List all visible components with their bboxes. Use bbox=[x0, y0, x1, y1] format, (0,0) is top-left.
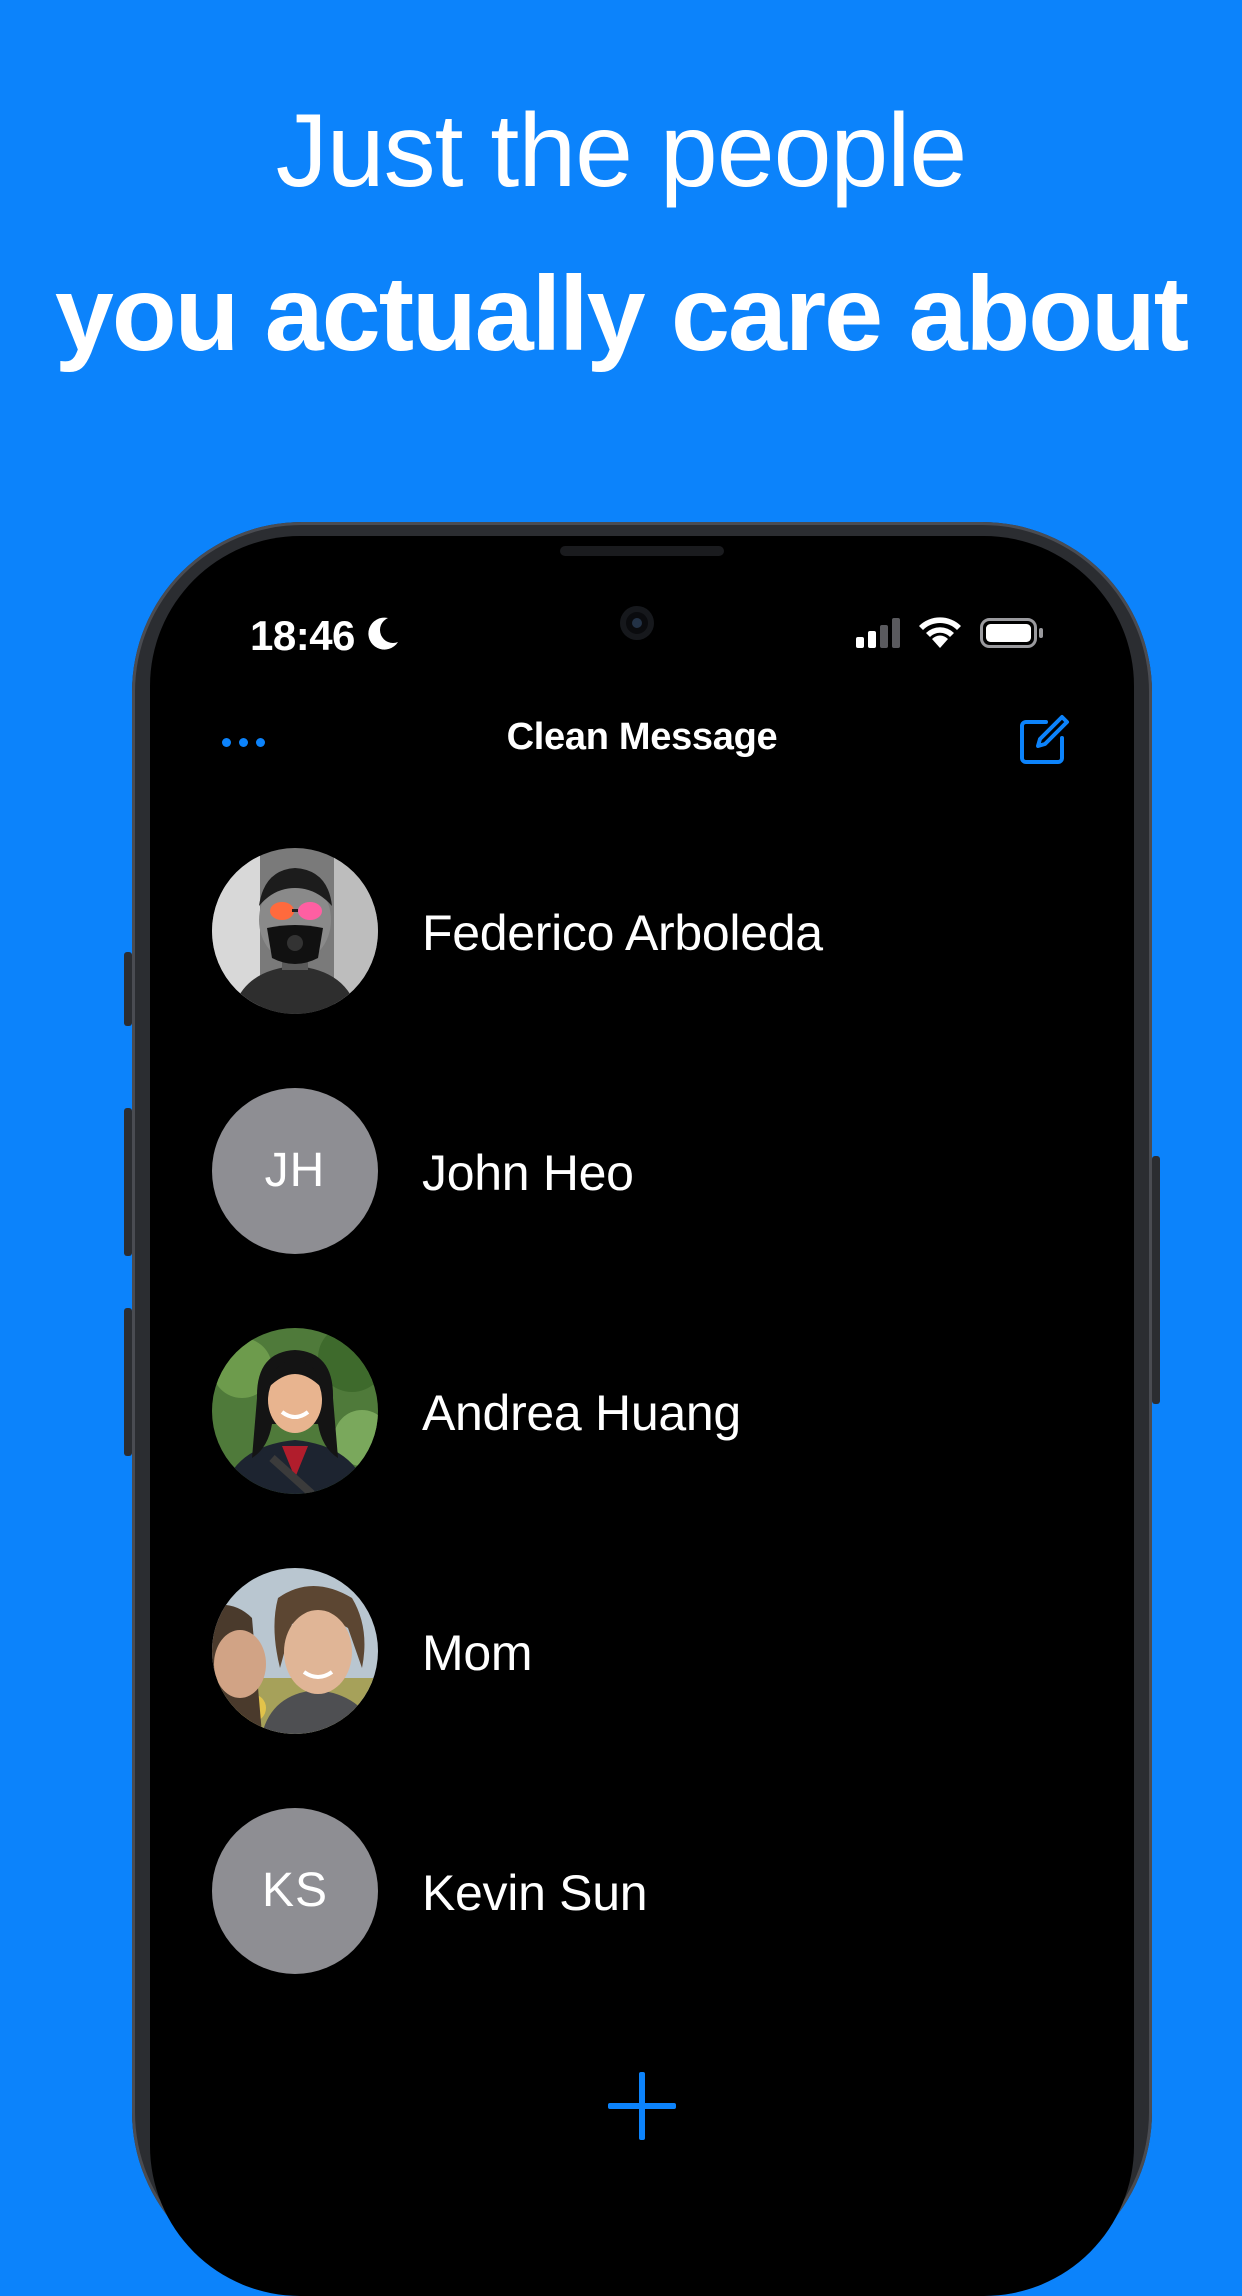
contact-row[interactable]: Andrea Huang bbox=[150, 1328, 1134, 1568]
volume-up-button bbox=[124, 1108, 132, 1256]
moon-icon bbox=[368, 617, 398, 650]
phone-screen: 18:46 Clean Message Federico Arboleda JH… bbox=[150, 536, 1134, 2296]
battery-icon bbox=[980, 618, 1043, 648]
contact-name: Andrea Huang bbox=[422, 1385, 741, 1441]
contact-name: John Heo bbox=[422, 1145, 634, 1201]
avatar-photo bbox=[212, 1328, 378, 1494]
nav-title: Clean Message bbox=[506, 716, 778, 758]
promo-headline-line2: you actually care about bbox=[54, 255, 1189, 373]
avatar-photo bbox=[212, 1568, 378, 1734]
phone-frame: 18:46 Clean Message Federico Arboleda JH… bbox=[124, 522, 1160, 2296]
cellular-signal-icon bbox=[856, 618, 900, 648]
speaker-grille bbox=[560, 546, 724, 556]
power-button bbox=[1152, 1156, 1160, 1404]
action-button bbox=[124, 952, 132, 1026]
avatar-photo bbox=[212, 848, 378, 1014]
compose-icon bbox=[1020, 715, 1069, 764]
contact-name: Kevin Sun bbox=[422, 1865, 648, 1921]
front-camera bbox=[620, 606, 654, 640]
contact-name: Mom bbox=[422, 1625, 533, 1681]
contact-row[interactable]: Mom bbox=[150, 1568, 1134, 1808]
wifi-icon bbox=[919, 617, 961, 648]
volume-down-button bbox=[124, 1308, 132, 1456]
contact-row[interactable]: Federico Arboleda bbox=[150, 848, 1134, 1088]
contact-row[interactable]: JH John Heo bbox=[150, 1088, 1134, 1328]
compose-button[interactable] bbox=[1016, 712, 1072, 768]
avatar-initials: KS bbox=[212, 1808, 378, 1974]
contact-name: Federico Arboleda bbox=[422, 905, 823, 961]
contact-list: Federico Arboleda JH John Heo Andrea Hua… bbox=[150, 848, 1134, 2048]
avatar-initials: JH bbox=[212, 1088, 378, 1254]
promo-headline-line1: Just the people bbox=[275, 93, 967, 209]
status-time: 18:46 bbox=[250, 612, 355, 659]
add-contact-button[interactable] bbox=[590, 2054, 694, 2158]
contact-row[interactable]: KS Kevin Sun bbox=[150, 1808, 1134, 2048]
